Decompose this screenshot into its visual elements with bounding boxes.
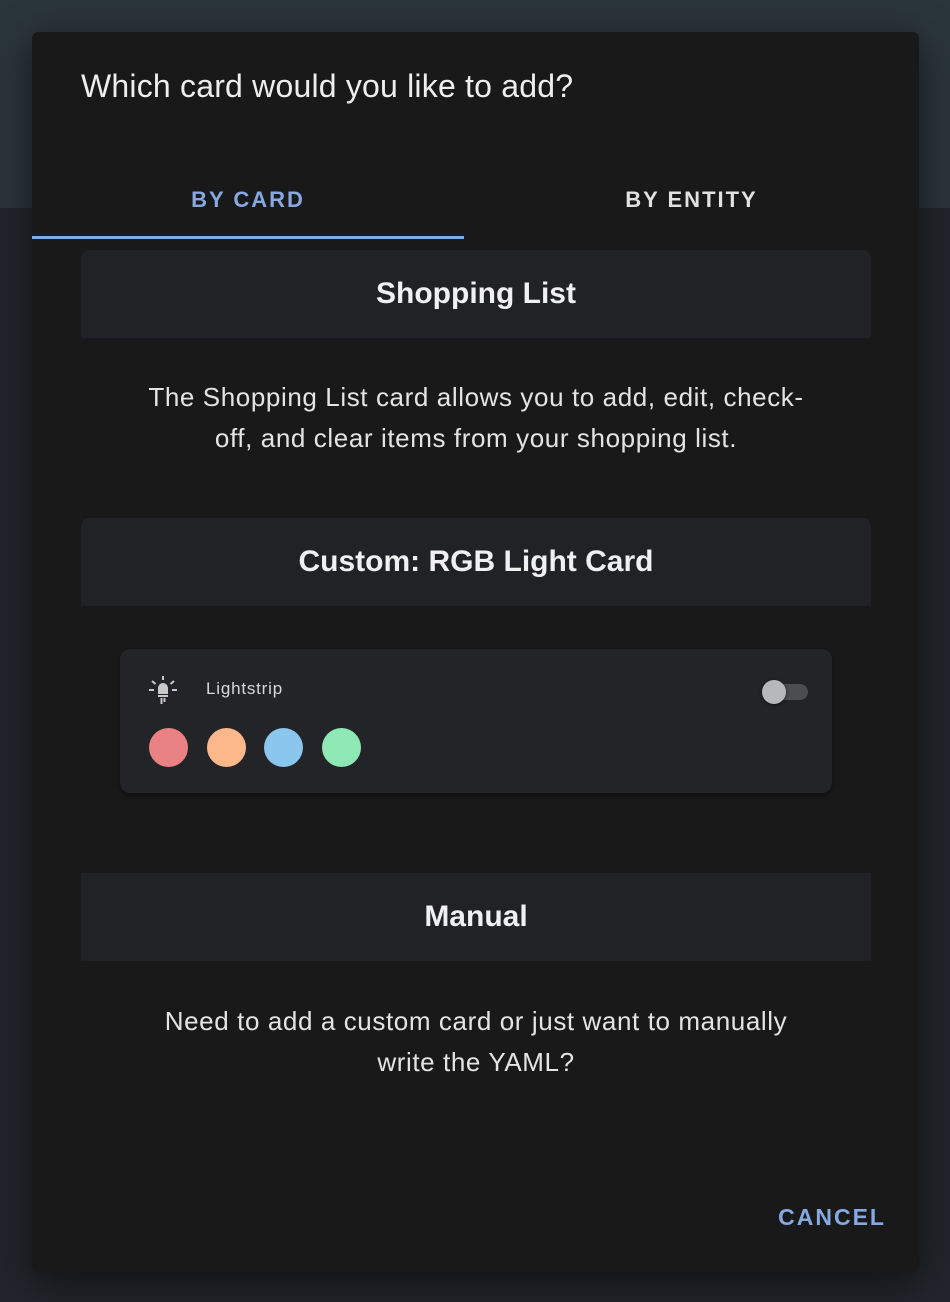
color-swatch-green[interactable] bbox=[322, 728, 361, 767]
cancel-button[interactable]: CANCEL bbox=[778, 1204, 886, 1231]
color-swatch-orange[interactable] bbox=[207, 728, 246, 767]
card-title-rgb-light[interactable]: Custom: RGB Light Card bbox=[81, 518, 871, 606]
toggle-thumb bbox=[762, 680, 786, 704]
lightbulb-icon bbox=[148, 675, 178, 705]
entity-name: Lightstrip bbox=[206, 679, 283, 698]
card-title-shopping-list[interactable]: Shopping List bbox=[81, 250, 871, 338]
dialog-title: Which card would you like to add? bbox=[81, 68, 574, 104]
card-title-manual[interactable]: Manual bbox=[81, 873, 871, 961]
tab-by-card[interactable]: BY CARD bbox=[32, 160, 464, 240]
rgb-light-card-preview[interactable]: Lightstrip bbox=[120, 649, 832, 793]
description-line: write the YAML? bbox=[377, 1047, 575, 1077]
add-card-dialog: Which card would you like to add? BY CAR… bbox=[32, 32, 919, 1272]
color-swatch-red[interactable] bbox=[149, 728, 188, 767]
color-swatch-blue[interactable] bbox=[264, 728, 303, 767]
description-line: The Shopping List card allows you to add… bbox=[148, 382, 804, 412]
tab-by-entity[interactable]: BY ENTITY bbox=[464, 160, 919, 240]
card-description-manual: Need to add a custom card or just want t… bbox=[92, 1001, 860, 1083]
light-toggle[interactable] bbox=[762, 679, 808, 705]
active-tab-indicator bbox=[32, 236, 464, 239]
card-description-shopping-list: The Shopping List card allows you to add… bbox=[92, 377, 860, 459]
description-line: Need to add a custom card or just want t… bbox=[164, 1006, 788, 1036]
description-line: off, and clear items from your shopping … bbox=[214, 423, 738, 453]
tab-bar: BY CARD BY ENTITY bbox=[32, 160, 919, 240]
